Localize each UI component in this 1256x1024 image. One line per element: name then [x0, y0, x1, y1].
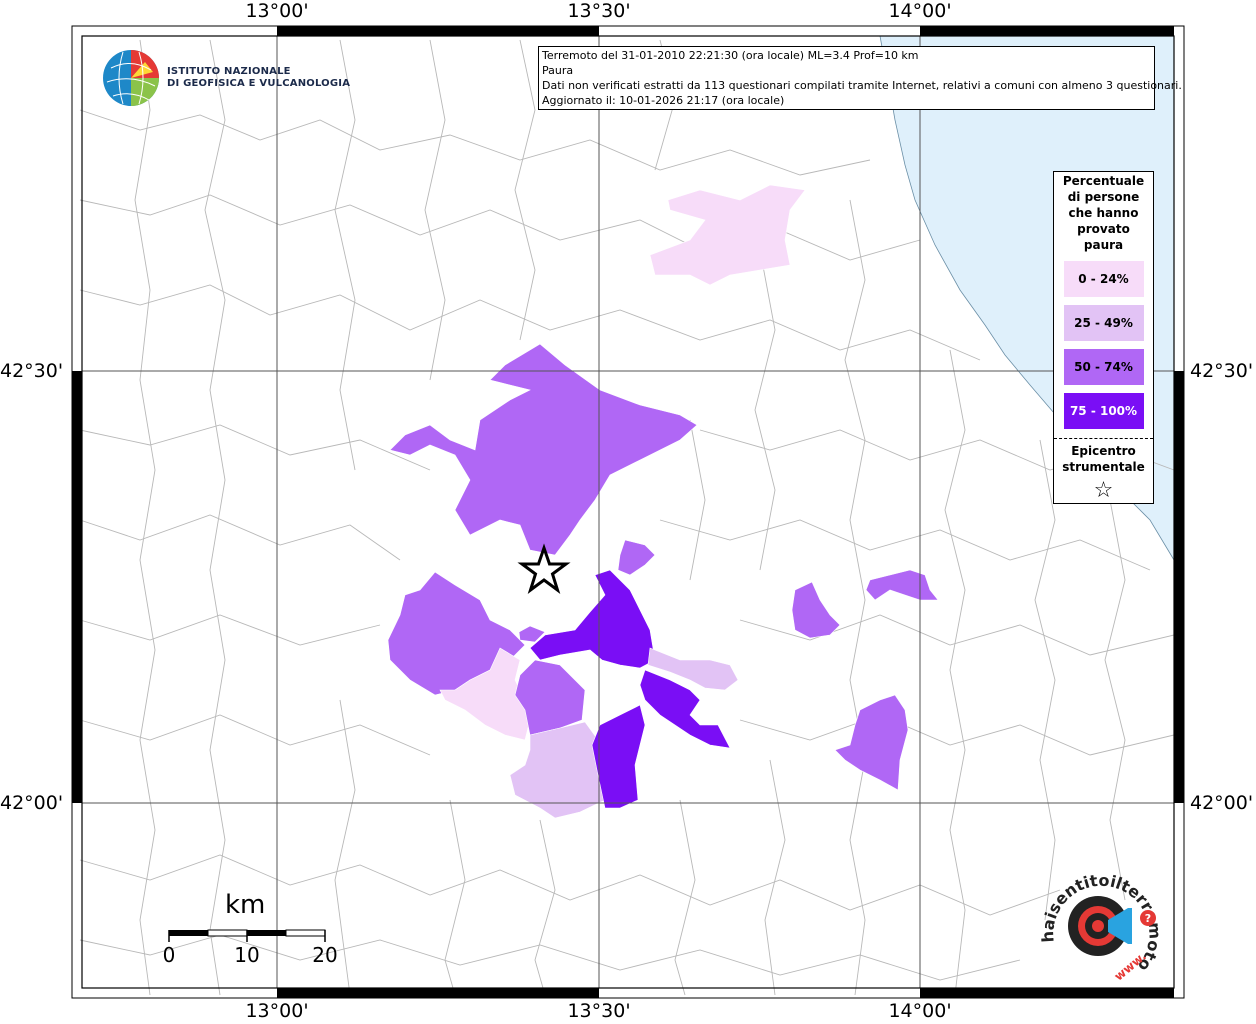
municipality-class3-east2: [865, 569, 939, 601]
legend-epicenter-label: Epicentro strumentale: [1054, 443, 1153, 475]
hsit-logo: haisentitoilterremoto.it ? www.: [1036, 862, 1165, 984]
legend-star-icon: ☆: [1093, 478, 1114, 503]
legend-title-line: provato: [1077, 222, 1130, 236]
legend-class-50-74: 50 - 74%: [1063, 349, 1144, 385]
map-parameter: Paura: [542, 64, 574, 77]
legend-epicenter-line: Epicentro: [1071, 444, 1136, 458]
scale-tick-0: 0: [162, 943, 176, 967]
legend-title-line: Percentuale: [1062, 174, 1145, 188]
ingv-name-line1: ISTITUTO NAZIONALE: [167, 66, 291, 77]
legend-class-75-100: 75 - 100%: [1063, 393, 1144, 429]
municipality-class3-southeast: [834, 694, 909, 791]
event-header: Terremoto del 31-01-2010 22:21:30 (ora l…: [542, 49, 919, 62]
legend-title-line: che hanno: [1068, 206, 1139, 220]
event-info-box: Terremoto del 31-01-2010 22:21:30 (ora l…: [538, 46, 1182, 110]
hsit-question-icon: ?: [1145, 912, 1151, 925]
scale-unit: km: [225, 890, 266, 920]
municipality-class3-east1: [791, 581, 841, 639]
legend-title-line: di persone: [1067, 190, 1140, 204]
municipality-class1-north: [649, 184, 806, 286]
scale-tick-20: 20: [312, 943, 338, 967]
scale-tick-10: 10: [234, 943, 260, 967]
municipality-class3-small-north: [617, 539, 656, 576]
legend-title: Percentuale di persone che hanno provato…: [1054, 173, 1153, 253]
legend-divider: [1054, 438, 1153, 439]
municipality-class3-large: [389, 343, 698, 556]
ingv-name-line2: DI GEOFISICA E VULCANOLOGIA: [167, 78, 351, 89]
legend-title-line: paura: [1083, 238, 1124, 252]
legend-epicenter-line: strumentale: [1062, 460, 1145, 474]
legend-class-25-49: 25 - 49%: [1063, 305, 1144, 341]
legend-class-0-24: 0 - 24%: [1063, 261, 1144, 297]
ingv-globe-icon: [103, 50, 159, 106]
ingv-logo: ISTITUTO NAZIONALE DI GEOFISICA E VULCAN…: [101, 48, 350, 108]
scale-bar: km 0 10 20: [160, 890, 340, 970]
intensity-polygons: [387, 184, 939, 819]
epicenter-star-icon: [517, 543, 571, 594]
update-timestamp: Aggiornato il: 10-01-2026 21:17 (ora loc…: [542, 94, 785, 107]
data-disclaimer: Dati non verificati estratti da 113 ques…: [542, 79, 1182, 92]
legend: Percentuale di persone che hanno provato…: [1053, 171, 1154, 504]
